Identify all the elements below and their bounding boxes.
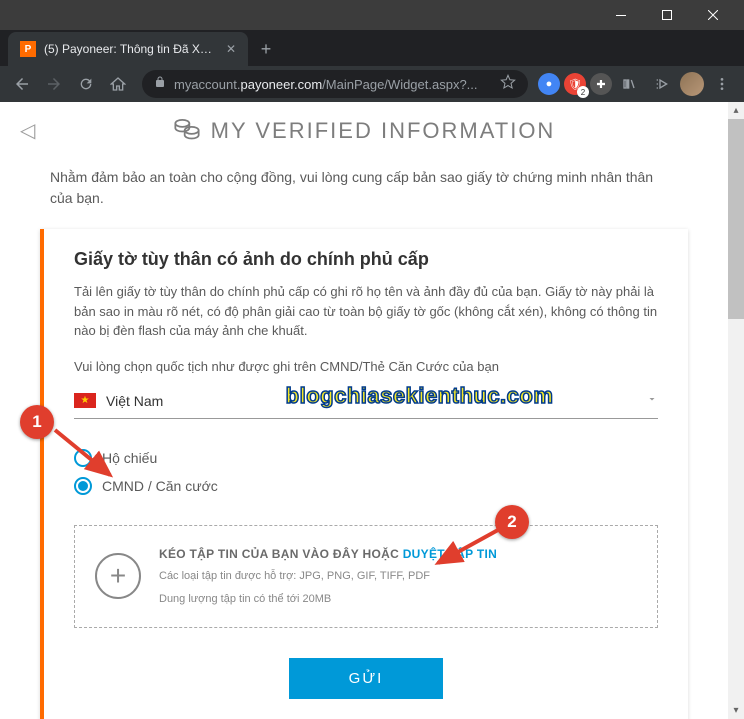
window-titlebar <box>0 0 744 30</box>
radio-idcard[interactable]: CMND / Căn cước <box>74 477 658 495</box>
vertical-scrollbar[interactable]: ▴ ▾ <box>728 102 744 719</box>
window-maximize[interactable] <box>644 0 690 30</box>
tab-strip: P (5) Payoneer: Thông tin Đã Xác m ✕ + <box>0 30 744 66</box>
coins-icon <box>173 114 201 147</box>
media-control-icon[interactable] <box>648 70 676 98</box>
browser-toolbar: myaccount.payoneer.com/MainPage/Widget.a… <box>0 66 744 102</box>
document-type-radio-group: Hộ chiếu CMND / Căn cước <box>74 449 658 495</box>
nav-forward-icon <box>40 70 68 98</box>
card-description: Tải lên giấy tờ tùy thân do chính phủ cấ… <box>74 282 658 341</box>
main-content: ◁ MY VERIFIED INFORMATION Nhằm đảm bảo a… <box>0 102 728 719</box>
scroll-up-icon[interactable]: ▴ <box>728 102 744 119</box>
nav-reload-icon[interactable] <box>72 70 100 98</box>
upload-title: KÉO TẬP TIN CỦA BẠN VÀO ĐÂY HOẶC DUYỆT T… <box>159 546 637 563</box>
nav-home-icon[interactable] <box>104 70 132 98</box>
browse-link[interactable]: DUYỆT TẬP TIN <box>403 547 497 561</box>
new-tab-button[interactable]: + <box>252 35 280 63</box>
intro-text: Nhằm đảm bảo an toàn cho cộng đồng, vui … <box>50 167 678 209</box>
lock-icon <box>154 75 166 94</box>
radio-checked-icon <box>74 477 92 495</box>
nationality-label: Vui lòng chọn quốc tịch như được ghi trê… <box>74 359 658 374</box>
window-close[interactable] <box>690 0 736 30</box>
address-bar[interactable]: myaccount.payoneer.com/MainPage/Widget.a… <box>142 70 528 98</box>
card-title: Giấy tờ tùy thân có ảnh do chính phủ cấp <box>74 249 658 270</box>
page-back-icon[interactable]: ◁ <box>20 118 35 143</box>
radio-passport-label: Hộ chiếu <box>102 450 157 466</box>
submit-button[interactable]: GỬI <box>289 658 444 699</box>
nationality-value: Việt Nam <box>106 393 646 409</box>
extension-2-icon[interactable]: 🛡2 <box>564 73 586 95</box>
tab-title: (5) Payoneer: Thông tin Đã Xác m <box>44 42 218 56</box>
chevron-down-icon <box>646 392 658 410</box>
url-text: myaccount.payoneer.com/MainPage/Widget.a… <box>174 77 492 92</box>
profile-avatar[interactable] <box>680 72 704 96</box>
upload-dropzone[interactable]: + KÉO TẬP TIN CỦA BẠN VÀO ĐÂY HOẶC DUYỆT… <box>74 525 658 629</box>
form-card: Giấy tờ tùy thân có ảnh do chính phủ cấp… <box>40 229 688 719</box>
upload-hint-formats: Các loại tập tin được hỗ trợ: JPG, PNG, … <box>159 568 637 585</box>
upload-hint-size: Dung lượng tập tin có thể tới 20MB <box>159 591 637 608</box>
bookmark-star-icon[interactable] <box>500 74 516 95</box>
browser-tab[interactable]: P (5) Payoneer: Thông tin Đã Xác m ✕ <box>8 32 248 66</box>
nationality-dropdown[interactable]: ★ Việt Nam blogchiasekienthuc.com <box>74 384 658 419</box>
vietnam-flag-icon: ★ <box>74 393 96 408</box>
scroll-down-icon[interactable]: ▾ <box>728 702 744 719</box>
scroll-thumb[interactable] <box>728 119 744 319</box>
payoneer-favicon-icon: P <box>20 41 36 57</box>
extension-3-icon[interactable]: ✚ <box>590 73 612 95</box>
upload-plus-icon[interactable]: + <box>95 553 141 599</box>
tab-close-icon[interactable]: ✕ <box>226 42 236 56</box>
page-title: MY VERIFIED INFORMATION <box>211 118 556 144</box>
window-minimize[interactable] <box>598 0 644 30</box>
menu-icon[interactable] <box>708 70 736 98</box>
nav-back-icon[interactable] <box>8 70 36 98</box>
radio-idcard-label: CMND / Căn cước <box>102 478 218 494</box>
radio-unchecked-icon <box>74 449 92 467</box>
radio-passport[interactable]: Hộ chiếu <box>74 449 658 467</box>
extension-1-icon[interactable]: ● <box>538 73 560 95</box>
extension-4-icon[interactable] <box>616 70 644 98</box>
